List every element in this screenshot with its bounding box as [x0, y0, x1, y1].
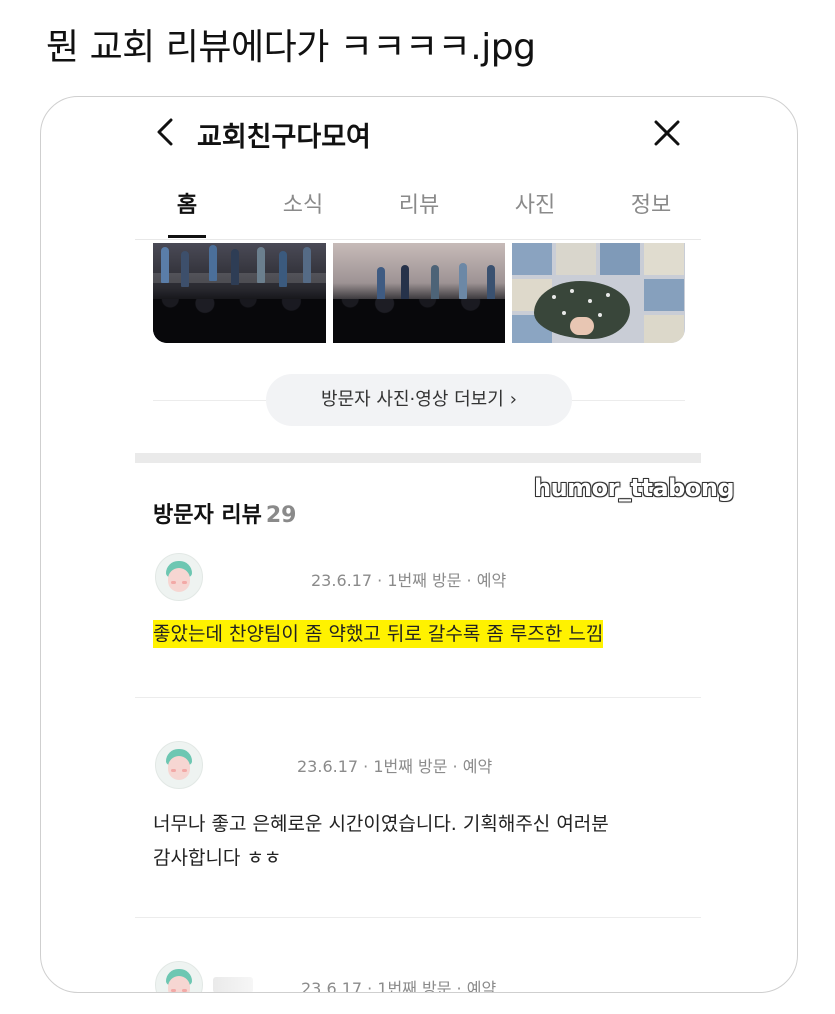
- hand: [570, 317, 594, 335]
- photo-strip: [153, 243, 685, 343]
- avatar-cheek: [171, 989, 176, 992]
- poster-tile: [644, 243, 684, 275]
- avatar[interactable]: [155, 741, 203, 789]
- leaf-dot: [552, 295, 556, 299]
- reviews-title: 방문자 리뷰: [153, 503, 262, 528]
- leaf-dot: [562, 311, 566, 315]
- blurred-username: [213, 977, 253, 992]
- chevron-left-icon[interactable]: [153, 117, 177, 147]
- performer-figure: [161, 247, 169, 283]
- performer-figure: [181, 251, 189, 287]
- stage-lights: [153, 273, 326, 283]
- more-photos-label: 방문자 사진·영상 더보기: [321, 389, 504, 410]
- performer-figure: [303, 247, 311, 283]
- review-divider: [135, 917, 701, 918]
- tab-info[interactable]: 정보: [631, 187, 671, 219]
- avatar-cheek: [182, 989, 187, 992]
- tab-photos[interactable]: 사진: [515, 187, 555, 219]
- reviews-section-title: 방문자 리뷰 29: [153, 497, 297, 529]
- avatar-cheek: [171, 769, 176, 772]
- review-text: 좋았는데 찬양팀이 좀 약했고 뒤로 갈수록 좀 루즈한 느낌: [153, 617, 693, 651]
- review-meta: 23.6.17 · 1번째 방문 · 예약: [297, 757, 493, 776]
- performer-figure: [487, 265, 495, 301]
- tab-news[interactable]: 소식: [283, 187, 323, 219]
- performer-figure: [377, 267, 385, 303]
- chevron-right-icon: ›: [509, 389, 517, 410]
- poster-tile: [556, 243, 596, 275]
- avatar-cheek: [182, 581, 187, 584]
- section-separator: [135, 453, 701, 463]
- more-photos-button[interactable]: 방문자 사진·영상 더보기 ›: [266, 374, 572, 426]
- review-count: 29: [265, 503, 297, 528]
- leaf-dot: [588, 299, 592, 303]
- close-icon[interactable]: [653, 119, 681, 147]
- poster-tile: [600, 243, 640, 275]
- poster-tile: [644, 315, 684, 343]
- tabs-divider: [135, 239, 701, 240]
- audience: [153, 299, 326, 343]
- leaf-dot: [606, 293, 610, 297]
- tab-reviews[interactable]: 리뷰: [399, 187, 439, 219]
- avatar-cheek: [171, 581, 176, 584]
- review-text-line: 너무나 좋고 은혜로운 시간이였습니다. 기획해주신 여러분: [153, 813, 609, 835]
- avatar-face: [168, 568, 190, 592]
- performer-figure: [459, 263, 467, 299]
- performer-figure: [257, 247, 265, 283]
- avatar-cheek: [182, 769, 187, 772]
- avatar-face: [168, 756, 190, 780]
- leaf-dot: [570, 289, 574, 293]
- performer-figure: [431, 265, 439, 301]
- post-title: 뭔 교회 리뷰에다가 ㅋㅋㅋㅋ.jpg: [46, 27, 536, 68]
- artwork-photo[interactable]: [512, 243, 685, 343]
- performer-figure: [209, 245, 217, 281]
- performer-figure: [401, 265, 409, 301]
- place-name: 교회친구다모여: [197, 122, 371, 153]
- review-meta: 23.6.17 · 1번째 방문 · 예약: [311, 571, 507, 590]
- review-text-line: 감사합니다 ㅎㅎ: [153, 847, 282, 869]
- avatar[interactable]: [155, 553, 203, 601]
- review-text: 너무나 좋고 은혜로운 시간이였습니다. 기획해주신 여러분 감사합니다 ㅎㅎ: [153, 807, 693, 875]
- top-bar: 교회친구다모여: [135, 113, 701, 153]
- phone-screenshot-frame: 교회친구다모여 홈 소식 리뷰 사진 정보 방문자 사진·영상 더보기 › 방문…: [40, 96, 798, 993]
- audience: [333, 299, 505, 343]
- watermark: humor_ttabong: [534, 474, 735, 502]
- review-divider: [135, 697, 701, 698]
- leaf-dot: [598, 313, 602, 317]
- poster-tile: [512, 243, 552, 275]
- place-page: 교회친구다모여 홈 소식 리뷰 사진 정보 방문자 사진·영상 더보기 › 방문…: [135, 97, 701, 992]
- performer-figure: [231, 249, 239, 285]
- poster-tile: [644, 279, 684, 311]
- review-meta: 23.6.17 · 1번째 방문 · 예약: [301, 979, 497, 993]
- highlighted-review-text: 좋았는데 찬양팀이 좀 약했고 뒤로 갈수록 좀 루즈한 느낌: [153, 620, 604, 648]
- tab-home[interactable]: 홈: [177, 187, 197, 219]
- performer-figure: [279, 251, 287, 287]
- tab-bar: 홈 소식 리뷰 사진 정보: [135, 187, 701, 238]
- concert-photo[interactable]: [333, 243, 505, 343]
- active-tab-indicator: [168, 235, 206, 238]
- concert-photo[interactable]: [153, 243, 326, 343]
- avatar[interactable]: [155, 961, 203, 992]
